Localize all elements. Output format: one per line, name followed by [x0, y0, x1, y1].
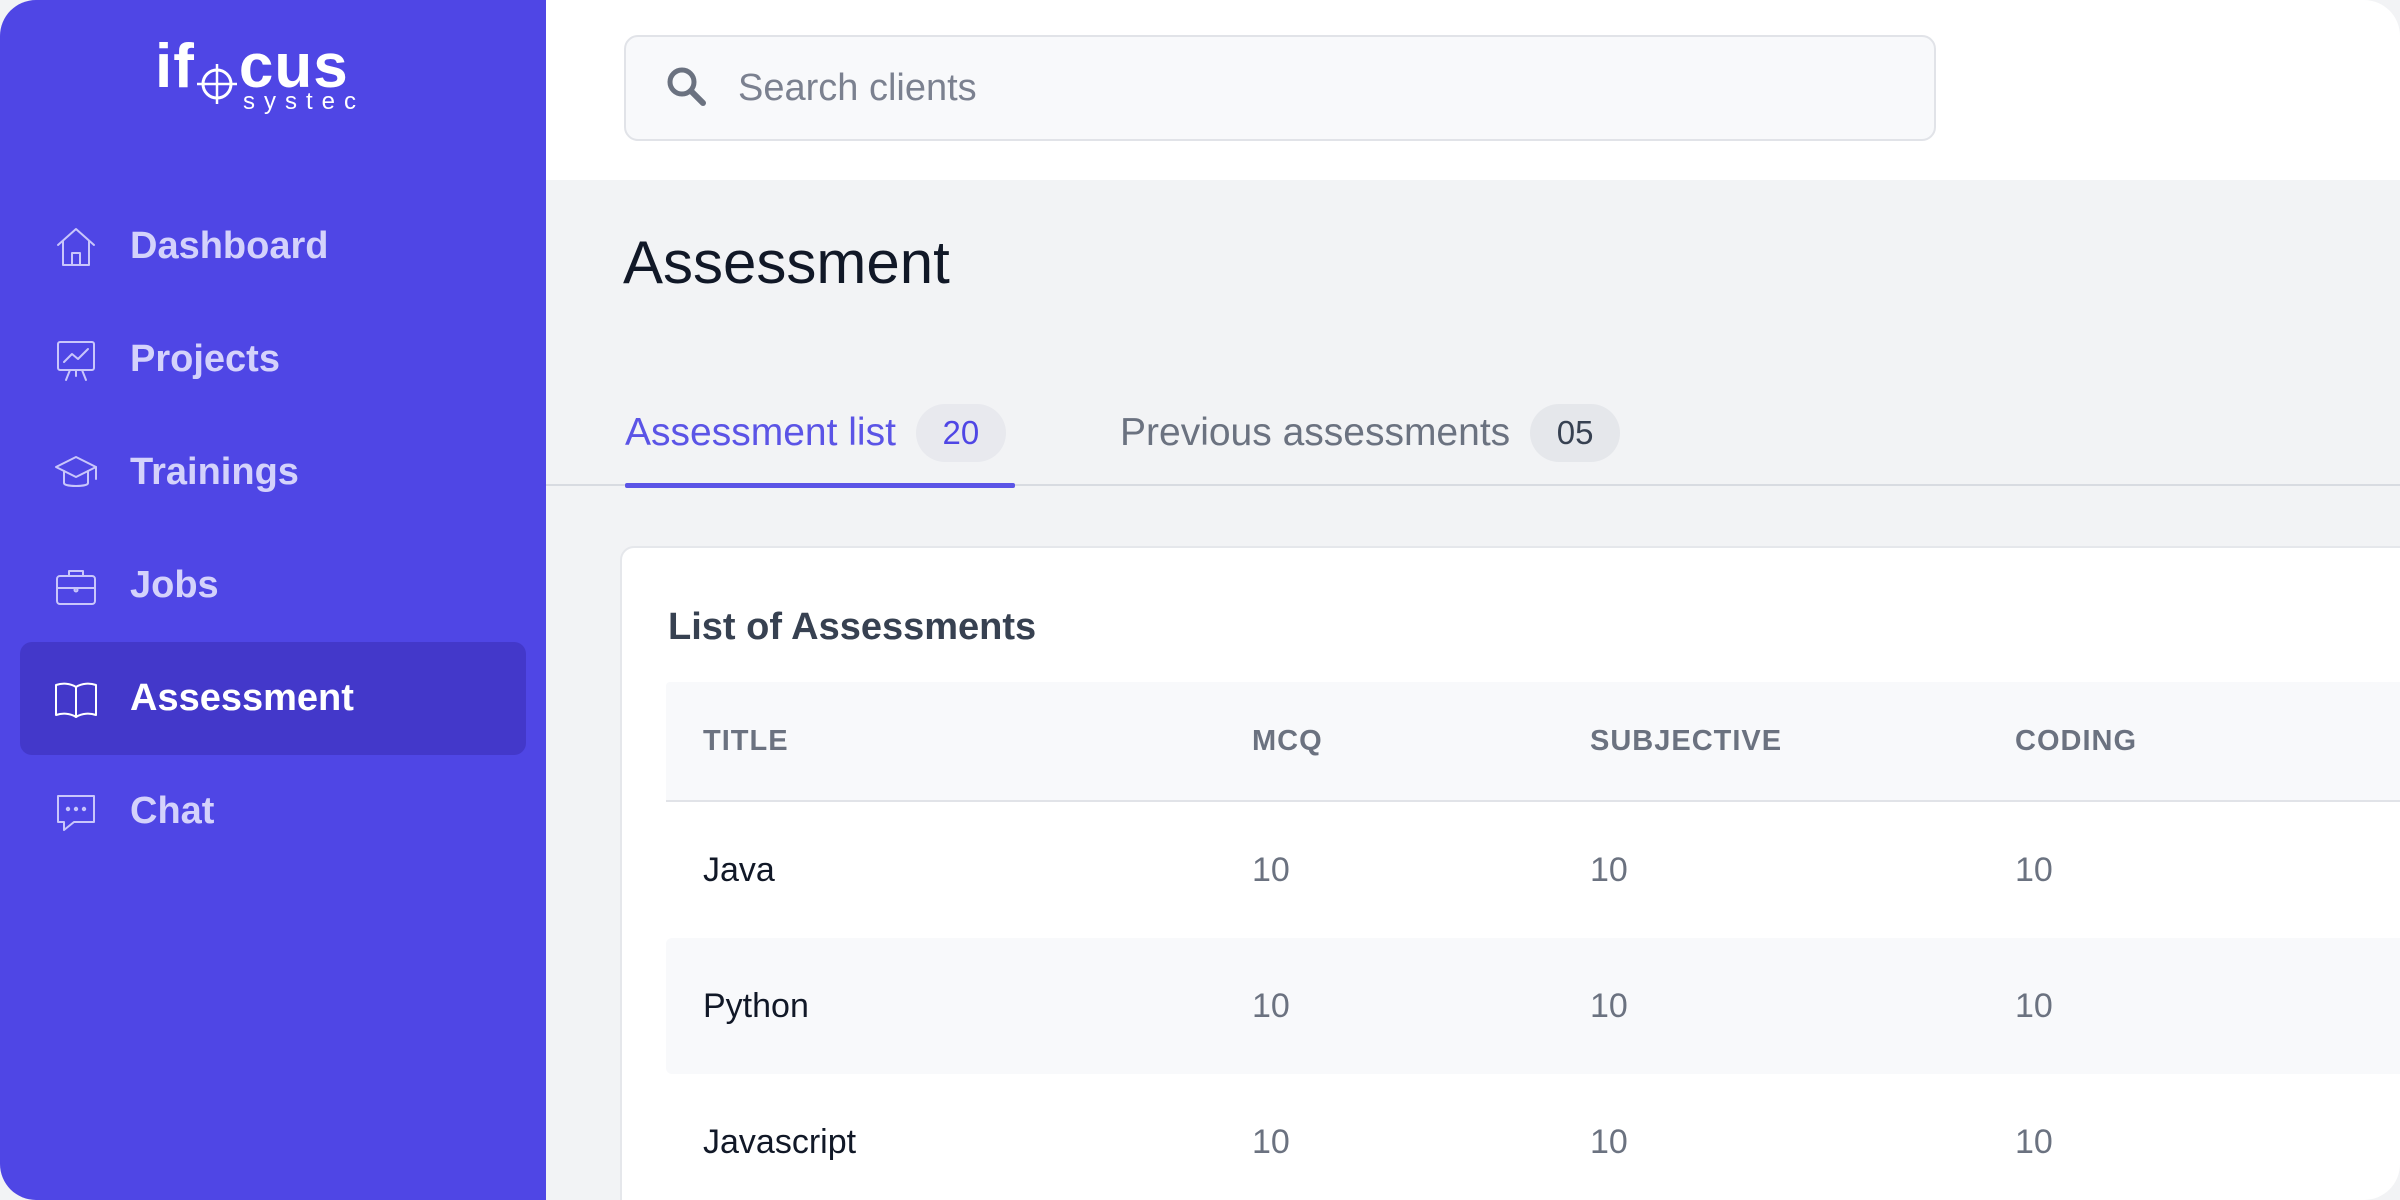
sidebar-item-label: Chat	[130, 790, 215, 832]
search-input[interactable]	[738, 66, 1838, 110]
column-header-title[interactable]: TITLE	[703, 725, 789, 758]
cell-mcq: 10	[1252, 986, 1290, 1025]
presentation-chart-icon	[52, 336, 100, 384]
top-header	[546, 0, 2400, 180]
sidebar-item-chat[interactable]: Chat	[20, 755, 526, 868]
sidebar-item-projects[interactable]: Projects	[20, 303, 526, 416]
sidebar-item-jobs[interactable]: Jobs	[20, 529, 526, 642]
cell-subjective: 10	[1590, 986, 1628, 1025]
column-header-subjective[interactable]: SUBJECTIVE	[1590, 725, 1782, 758]
tab-assessment-list[interactable]: Assessment list 20	[625, 380, 1025, 488]
sidebar-nav: Dashboard Projects Trainings Jobs Assess…	[20, 190, 526, 868]
search-bar[interactable]	[624, 35, 1936, 141]
count-badge: 05	[1530, 404, 1621, 462]
open-book-icon	[52, 675, 100, 723]
sidebar-item-label: Dashboard	[130, 225, 329, 267]
tab-label: Previous assessments	[1120, 411, 1511, 454]
app-window: if cus systec Dashboard Projects Trainin…	[0, 0, 2400, 1200]
search-icon	[662, 62, 710, 115]
cell-title: Java	[703, 850, 775, 889]
ifocus-logo[interactable]: if cus systec	[155, 32, 365, 117]
table-header: TITLE MCQ SUBJECTIVE CODING	[666, 682, 2400, 802]
assessments-card: List of Assessments TITLE MCQ SUBJECTIVE…	[620, 546, 2400, 1200]
count-badge: 20	[915, 404, 1006, 462]
column-header-coding[interactable]: CODING	[2015, 725, 2137, 758]
cell-coding: 10	[2015, 850, 2053, 889]
sidebar-item-dashboard[interactable]: Dashboard	[20, 190, 526, 303]
chat-bubble-icon	[52, 788, 100, 836]
table-row[interactable]: Python 10 10 10	[666, 938, 2400, 1074]
tab-bar: Assessment list 20 Previous assessments …	[546, 380, 2400, 488]
sidebar-item-label: Jobs	[130, 564, 219, 606]
sidebar-item-assessment[interactable]: Assessment	[20, 642, 526, 755]
briefcase-icon	[52, 562, 100, 610]
logo-subtitle: systec	[242, 88, 365, 115]
sidebar-item-trainings[interactable]: Trainings	[20, 416, 526, 529]
sidebar-item-label: Trainings	[130, 451, 299, 493]
cell-title: Javascript	[703, 1122, 857, 1161]
logo-text-left: if	[155, 32, 195, 101]
cell-title: Python	[703, 986, 809, 1025]
column-header-mcq[interactable]: MCQ	[1252, 725, 1323, 758]
cell-coding: 10	[2015, 1122, 2053, 1161]
cell-subjective: 10	[1590, 850, 1628, 889]
table-row[interactable]: Java 10 10 10	[666, 802, 2400, 938]
page-title: Assessment	[623, 229, 950, 296]
sidebar-item-label: Assessment	[130, 677, 354, 719]
table-row[interactable]: Javascript 10 10 10	[666, 1074, 2400, 1200]
home-icon	[52, 223, 100, 271]
cell-mcq: 10	[1252, 1122, 1290, 1161]
cell-mcq: 10	[1252, 850, 1290, 889]
cell-coding: 10	[2015, 986, 2053, 1025]
sidebar-item-label: Projects	[130, 338, 280, 380]
crosshair-icon	[196, 49, 237, 104]
sidebar: if cus systec Dashboard Projects Trainin…	[0, 0, 546, 1200]
cell-subjective: 10	[1590, 1122, 1628, 1161]
card-title: List of Assessments	[668, 606, 1037, 648]
assessments-table: TITLE MCQ SUBJECTIVE CODING Java 10 10 1…	[666, 682, 2400, 1200]
graduation-cap-icon	[52, 449, 100, 497]
tab-previous-assessments[interactable]: Previous assessments 05	[1120, 380, 1680, 486]
tab-label: Assessment list	[625, 411, 896, 454]
